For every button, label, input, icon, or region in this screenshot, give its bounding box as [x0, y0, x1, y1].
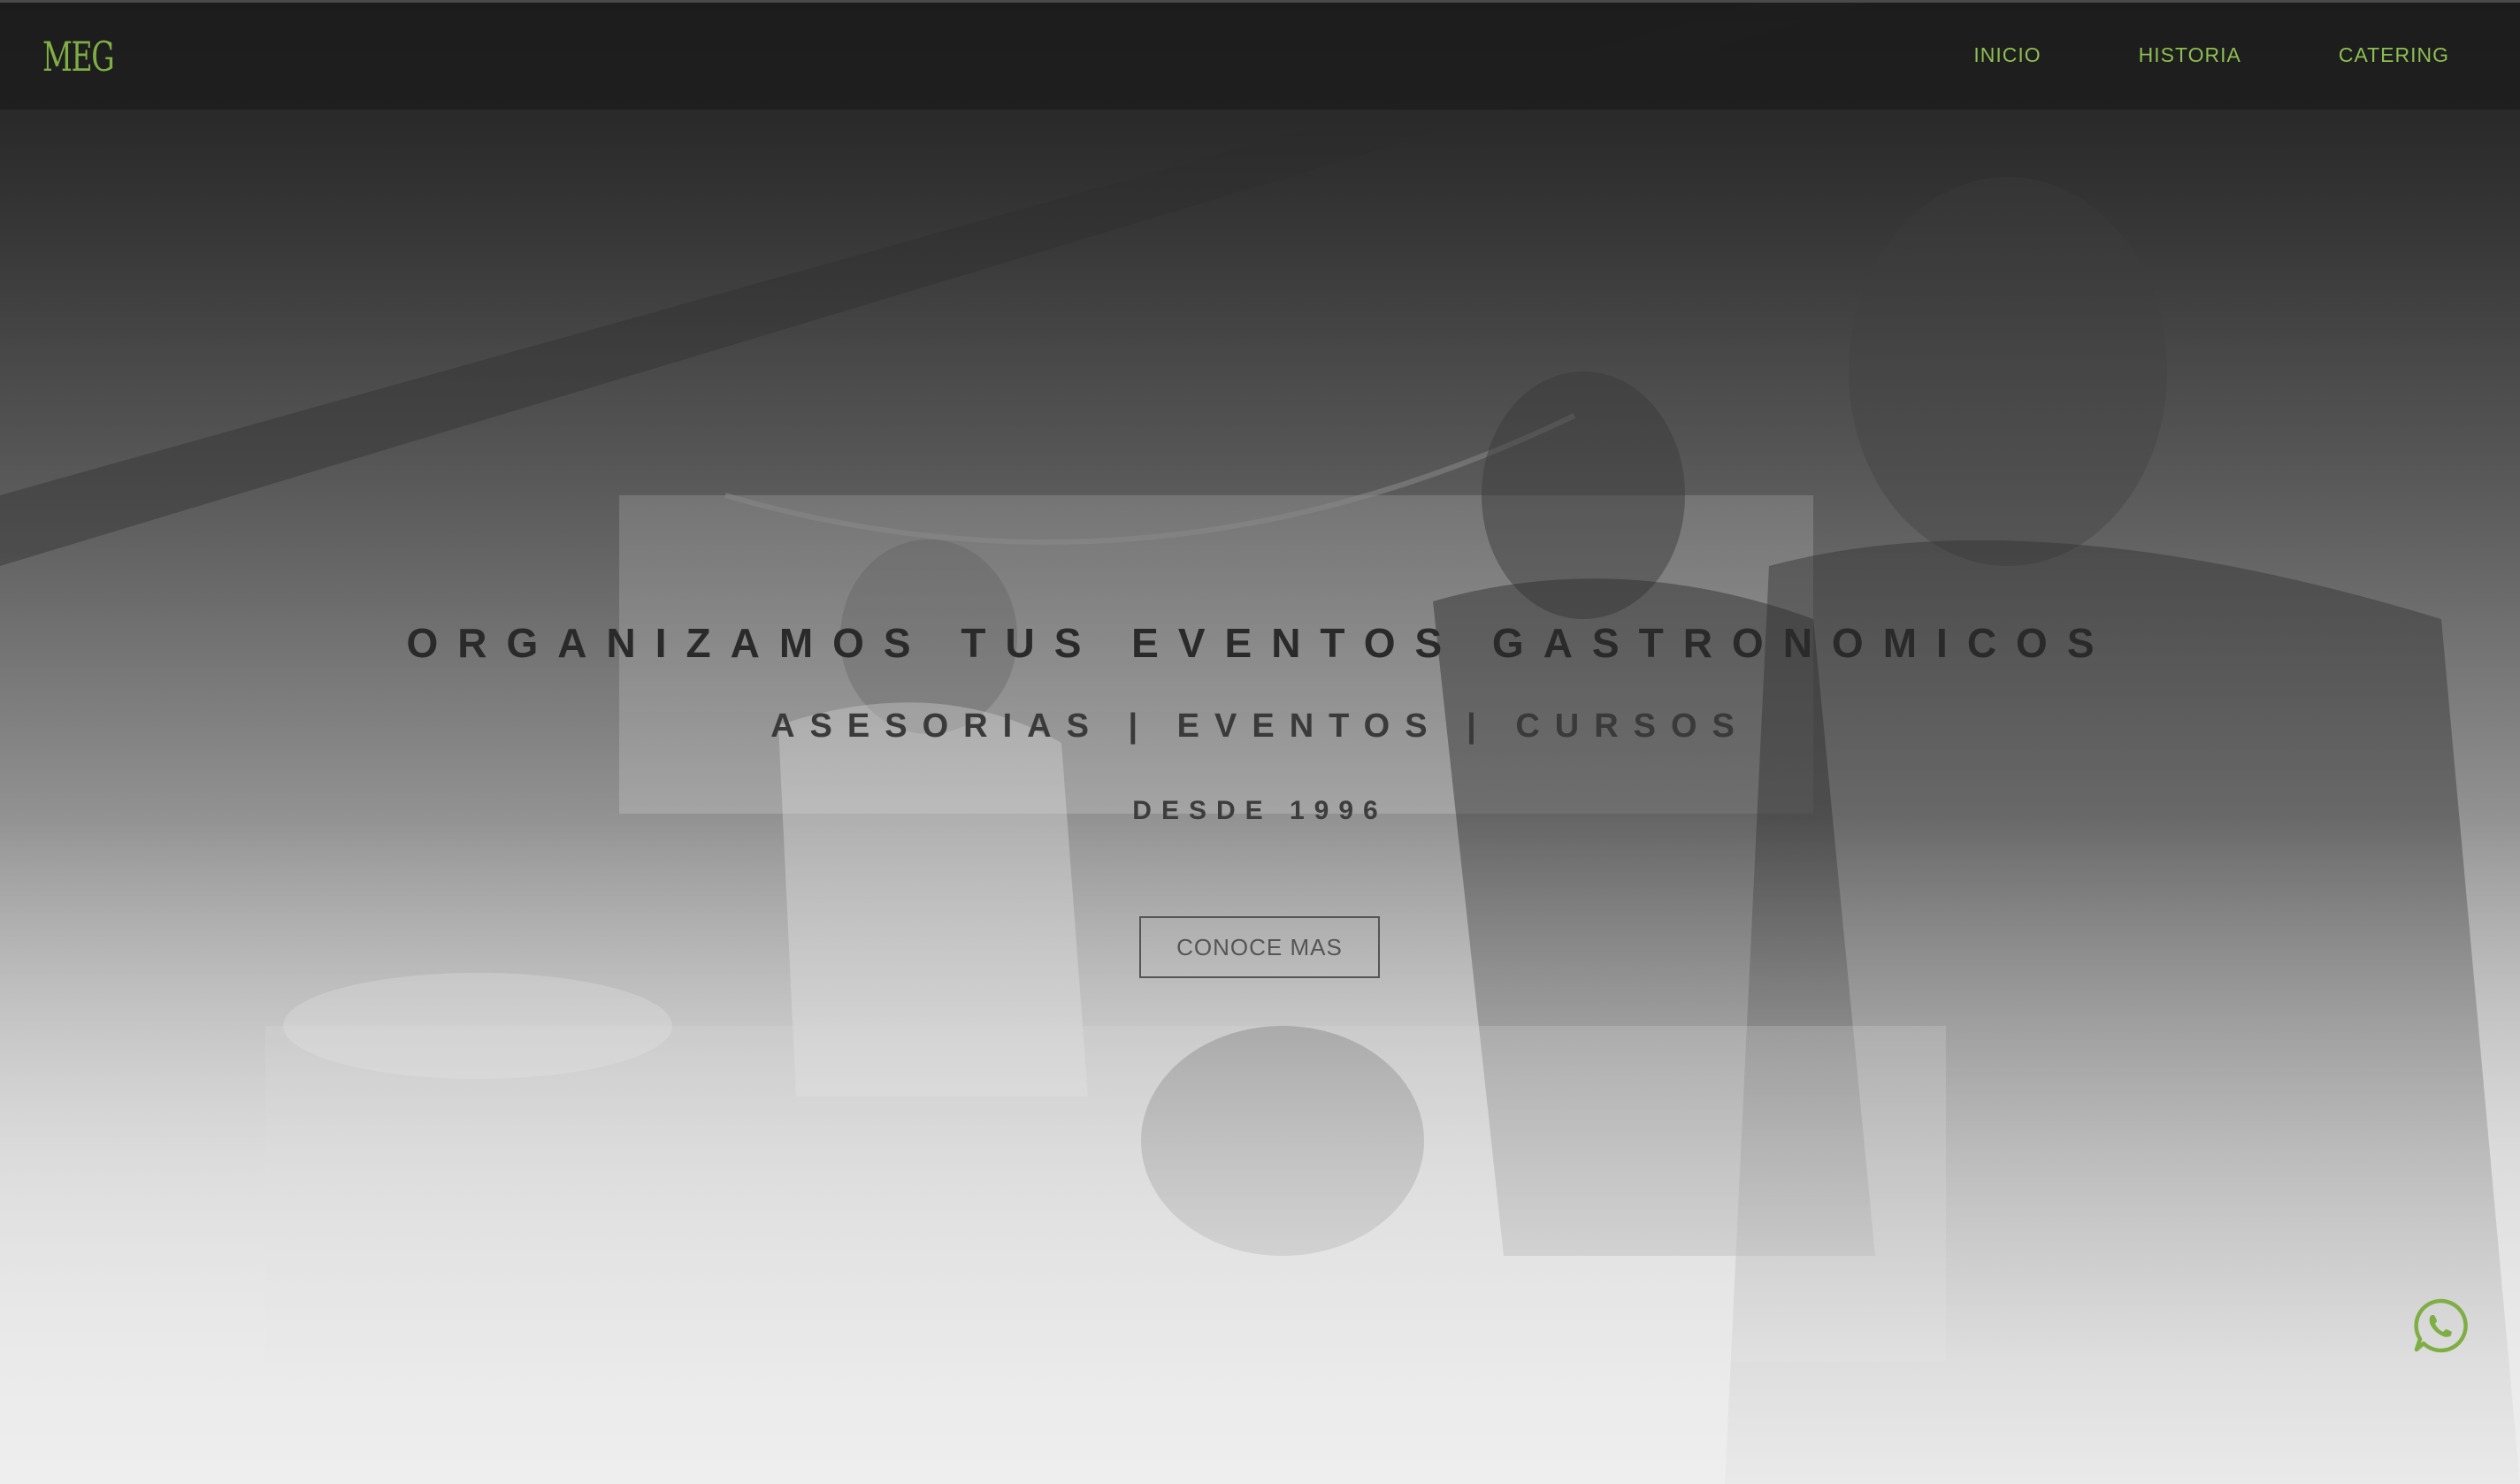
hero-subtitle: ASESORIAS | EVENTOS | CURSOS — [770, 708, 1750, 745]
page: MEG INICIO HISTORIA CATERING ORGANIZAMOS… — [0, 0, 2520, 1484]
learn-more-button[interactable]: CONOCE MAS — [1139, 916, 1380, 978]
hero-since-year: DESDE 1996 — [1132, 796, 1388, 825]
whatsapp-button[interactable] — [2411, 1297, 2470, 1355]
hero-section: ORGANIZAMOS TUS EVENTOS GASTRONOMICOS AS… — [0, 0, 2520, 1484]
hero-title: ORGANIZAMOS TUS EVENTOS GASTRONOMICOS — [406, 620, 2114, 666]
whatsapp-icon — [2414, 1298, 2468, 1353]
